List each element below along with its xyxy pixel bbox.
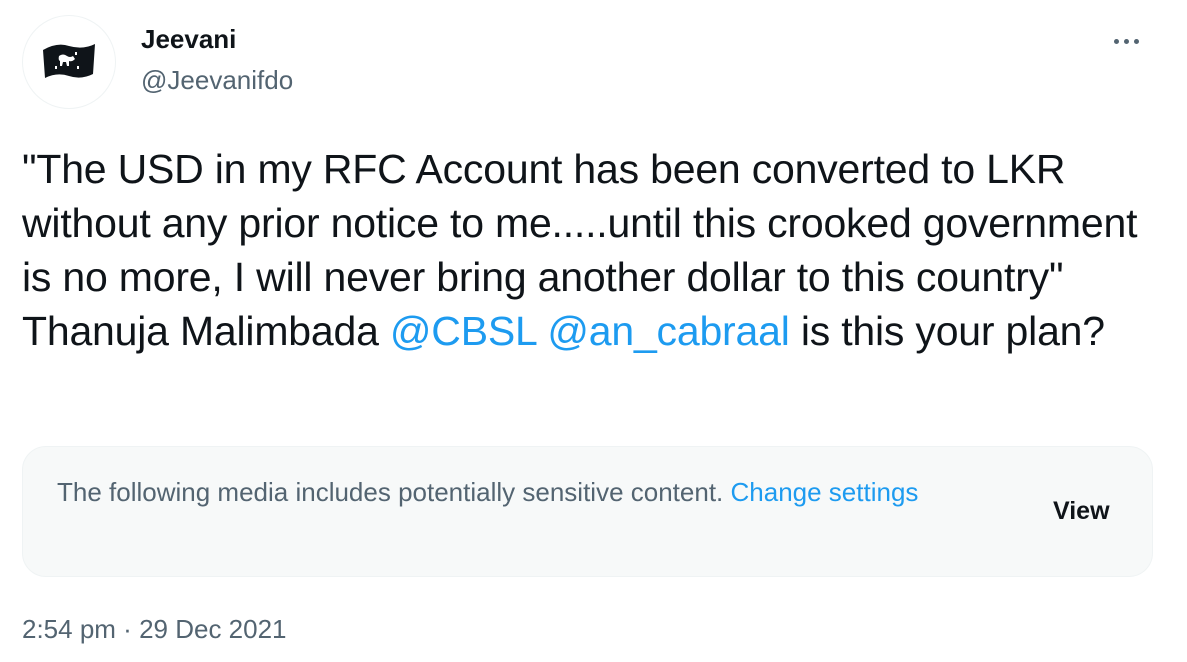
timestamp-separator: ·: [115, 614, 140, 644]
sri-lanka-flag-icon: [43, 44, 95, 78]
more-options-icon-dot: [1123, 38, 1129, 44]
change-settings-link[interactable]: Change settings: [731, 477, 919, 507]
timestamp-date: 29 Dec 2021: [139, 614, 287, 644]
more-options-icon: [1113, 38, 1119, 44]
author-display-name[interactable]: Jeevani: [141, 22, 236, 56]
view-media-button[interactable]: View: [1041, 491, 1122, 531]
tweet-text: "The USD in my RFC Account has been conv…: [22, 142, 1162, 358]
sensitive-media-message-text: The following media includes potentially…: [57, 477, 731, 507]
mention-an-cabraal-link[interactable]: @an_cabraal: [547, 308, 790, 354]
tweet-timestamp[interactable]: 2:54 pm · 29 Dec 2021: [22, 612, 287, 646]
sensitive-media-message: The following media includes potentially…: [57, 473, 1007, 511]
tweet-text-tail: is this your plan?: [789, 308, 1105, 354]
mention-cbsl-link[interactable]: @CBSL: [390, 308, 536, 354]
timestamp-time: 2:54 pm: [22, 614, 116, 644]
avatar[interactable]: [22, 15, 116, 109]
author-handle[interactable]: @Jeevanifdo: [141, 63, 293, 97]
tweet-text-space: [536, 308, 547, 354]
tweet-card: Jeevani @Jeevanifdo "The USD in my RFC A…: [0, 0, 1187, 662]
more-options-button[interactable]: [1104, 24, 1148, 58]
sensitive-media-notice: The following media includes potentially…: [22, 446, 1153, 577]
more-options-icon-dot: [1133, 38, 1139, 44]
